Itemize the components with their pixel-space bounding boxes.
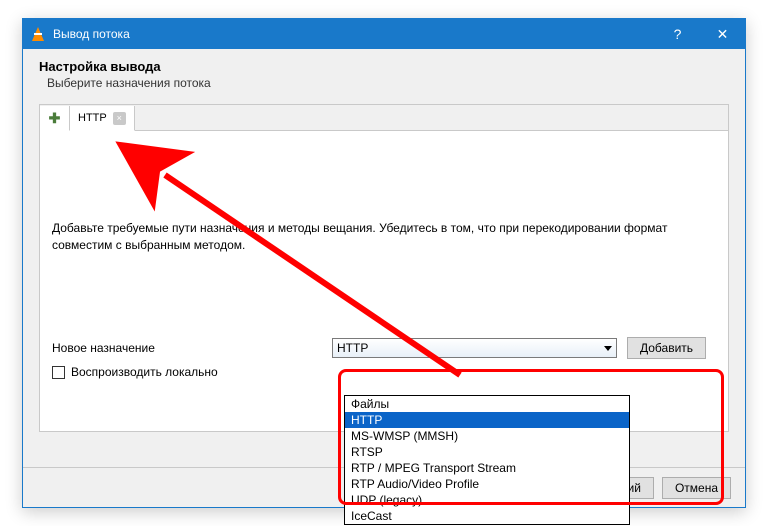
instruction-text: Добавьте требуемые пути назначения и мет…	[52, 220, 716, 254]
section-title: Настройка вывода	[39, 59, 729, 74]
plus-icon: ✚	[49, 110, 61, 127]
dropdown-option[interactable]: RTP / MPEG Transport Stream	[345, 460, 629, 476]
new-destination-row: Новое назначение HTTP Добавить	[52, 337, 716, 359]
dropdown-option[interactable]: IceCast	[345, 508, 629, 524]
new-destination-label: Новое назначение	[52, 341, 322, 355]
dropdown-option[interactable]: MS-WMSP (MMSH)	[345, 428, 629, 444]
destination-dropdown-list[interactable]: ФайлыHTTPMS-WMSP (MMSH)RTSPRTP / MPEG Tr…	[344, 395, 630, 525]
dropdown-option[interactable]: UDP (legacy)	[345, 492, 629, 508]
dropdown-option[interactable]: Файлы	[345, 396, 629, 412]
dropdown-option[interactable]: RTSP	[345, 444, 629, 460]
window-title: Вывод потока	[53, 27, 655, 41]
play-locally-row: Воспроизводить локально	[52, 365, 218, 379]
destination-combobox[interactable]: HTTP	[332, 338, 617, 358]
tab-http[interactable]: HTTP ×	[70, 106, 135, 131]
dropdown-option[interactable]: RTP Audio/Video Profile	[345, 476, 629, 492]
play-locally-checkbox[interactable]	[52, 366, 65, 379]
close-button[interactable]: ✕	[700, 19, 745, 49]
cancel-button[interactable]: Отмена	[662, 477, 731, 499]
section-subtitle: Выберите назначения потока	[47, 76, 729, 90]
tab-add[interactable]: ✚	[40, 106, 70, 131]
dropdown-option[interactable]: HTTP	[345, 412, 629, 428]
combobox-value: HTTP	[337, 341, 368, 355]
app-cone-icon	[29, 25, 47, 43]
destination-panel: ✚ HTTP × Добавьте требуемые пути назначе…	[39, 104, 729, 432]
tab-label: HTTP	[78, 112, 107, 124]
tab-close-icon[interactable]: ×	[113, 112, 126, 125]
tab-strip: ✚ HTTP ×	[40, 105, 728, 131]
add-button[interactable]: Добавить	[627, 337, 706, 359]
section-header: Настройка вывода Выберите назначения пот…	[23, 49, 745, 94]
play-locally-label: Воспроизводить локально	[71, 365, 218, 379]
help-button[interactable]: ?	[655, 19, 700, 49]
titlebar[interactable]: Вывод потока ? ✕	[23, 19, 745, 49]
